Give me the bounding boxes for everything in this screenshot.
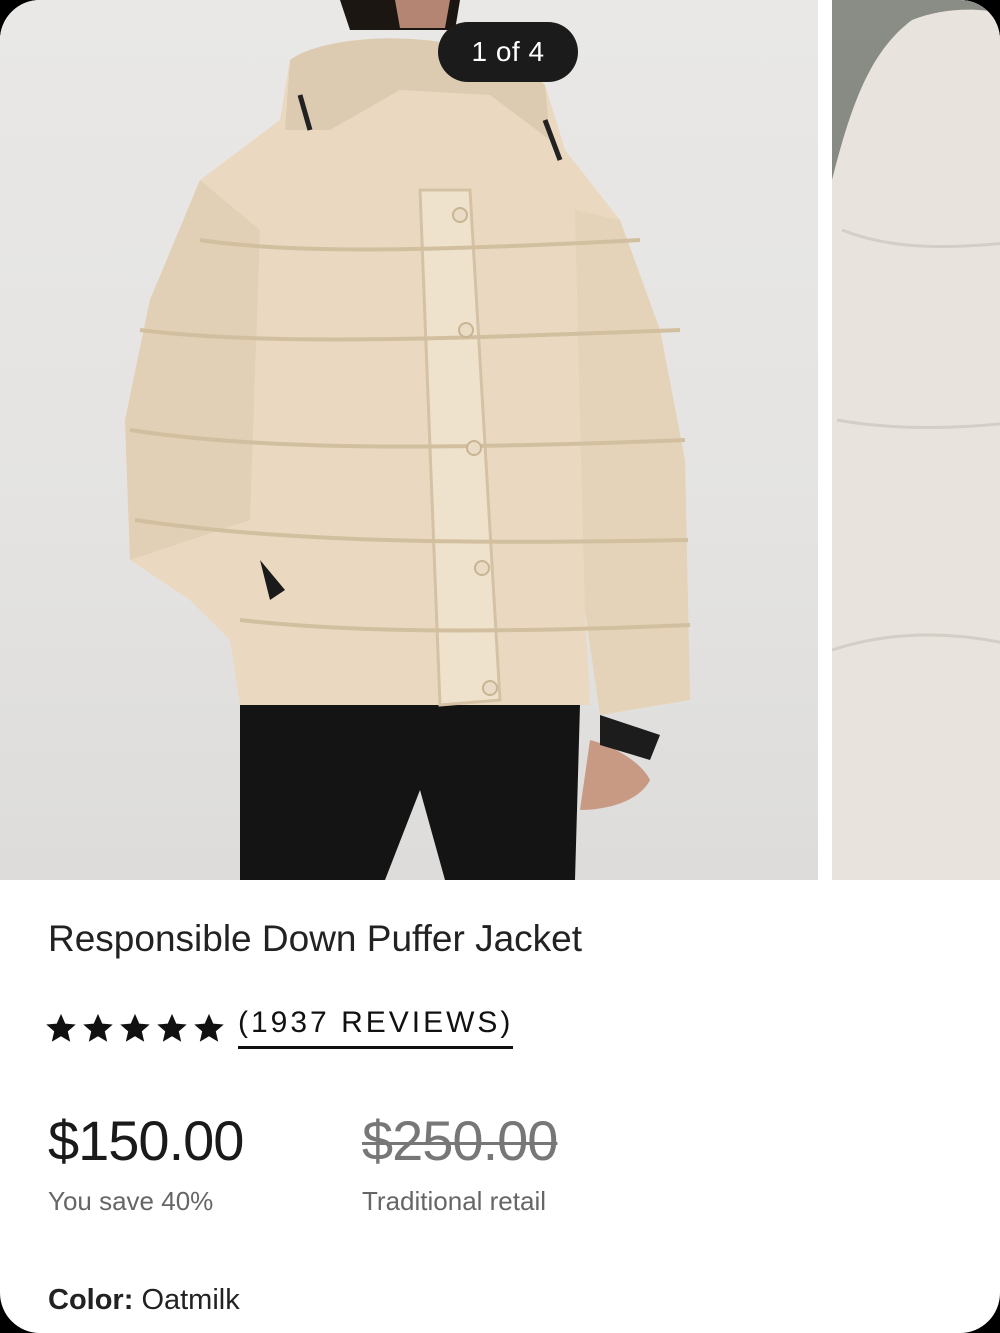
image-counter-badge: 1 of 4 bbox=[438, 22, 578, 82]
color-selection: Color: Oatmilk bbox=[48, 1284, 240, 1317]
sale-price: $150.00 bbox=[48, 1109, 244, 1172]
product-page: 1 of 4 Responsible Down Puffer Jacket (1… bbox=[0, 0, 1000, 1333]
retail-price: $250.00 bbox=[362, 1109, 558, 1172]
product-title: Responsible Down Puffer Jacket bbox=[48, 918, 583, 959]
star-icon bbox=[157, 1013, 187, 1042]
star-icon bbox=[83, 1013, 113, 1042]
color-value: Oatmilk bbox=[141, 1284, 240, 1316]
jacket-detail-illustration bbox=[832, 9, 1000, 880]
color-label: Color: bbox=[48, 1284, 134, 1316]
star-rating bbox=[44, 1011, 226, 1045]
savings-text: You save 40% bbox=[48, 1186, 214, 1216]
retail-label: Traditional retail bbox=[362, 1186, 547, 1216]
star-icon bbox=[46, 1013, 76, 1042]
product-image-1[interactable] bbox=[0, 0, 818, 880]
reviews-link[interactable]: (1937 REVIEWS) bbox=[238, 1006, 514, 1049]
rating-row[interactable]: (1937 REVIEWS) bbox=[44, 1006, 514, 1049]
jacket-front-illustration bbox=[125, 0, 691, 880]
product-image-2[interactable] bbox=[832, 0, 1000, 880]
image-carousel[interactable]: 1 of 4 bbox=[0, 0, 1000, 880]
star-icon bbox=[194, 1013, 224, 1042]
star-icon bbox=[120, 1013, 150, 1042]
